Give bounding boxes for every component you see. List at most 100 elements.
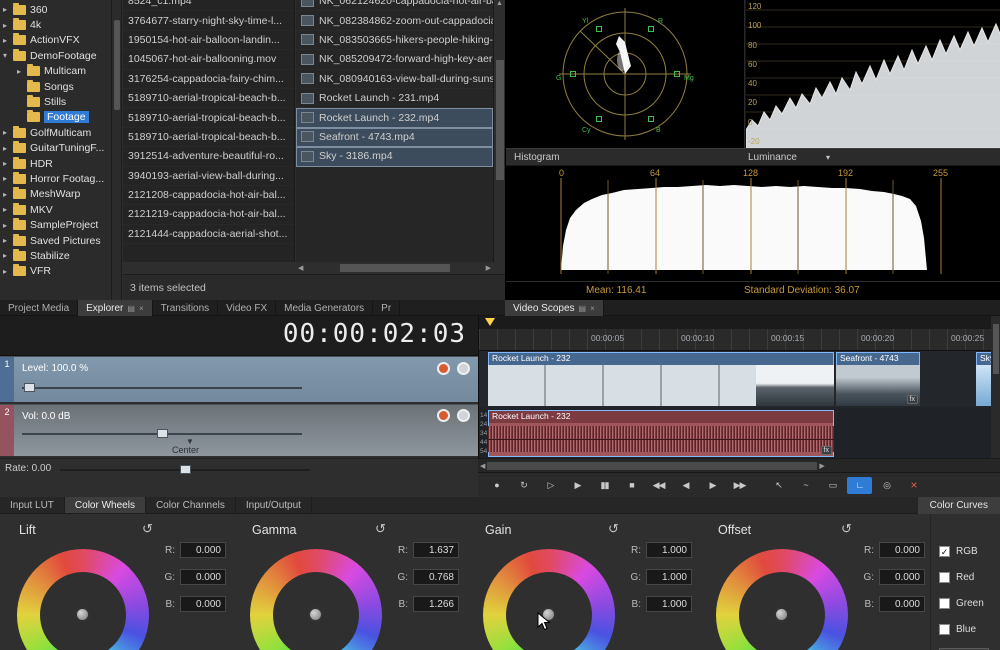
chevron-icon[interactable]: ▸: [3, 144, 13, 153]
chevron-icon[interactable]: ▸: [3, 190, 13, 199]
red-value-field[interactable]: 1.000: [646, 542, 692, 558]
folder-item[interactable]: ▸ GuitarTuningF...: [0, 141, 111, 156]
color-wheel[interactable]: [17, 549, 149, 650]
transport-button[interactable]: ●: [484, 477, 509, 494]
red-value-field[interactable]: 0.000: [879, 542, 925, 558]
color-wheel-knob[interactable]: [75, 607, 90, 622]
transport-button[interactable]: ◀◀: [646, 477, 671, 494]
file-item[interactable]: 2121208-cappadocia-hot-air-bal...: [123, 186, 294, 205]
close-icon[interactable]: ×: [590, 304, 595, 313]
video-clip-rocket-launch[interactable]: Rocket Launch - 232: [488, 352, 834, 406]
dock-tab[interactable]: Project Media ▤ ×: [0, 300, 78, 316]
audio-track-header[interactable]: 2 Vol: 0.0 dB ▼ Center: [0, 404, 478, 456]
reset-wheel-icon[interactable]: ↺: [841, 521, 852, 537]
color-wheel[interactable]: [716, 549, 848, 650]
fx-badge[interactable]: fx: [821, 446, 832, 455]
chevron-icon[interactable]: ▸: [3, 5, 13, 14]
transport-button[interactable]: ×: [901, 477, 926, 494]
folder-item[interactable]: ▸ 4k: [0, 17, 111, 32]
folder-item[interactable]: Footage: [0, 110, 111, 125]
folder-item[interactable]: Stills: [0, 94, 111, 109]
green-value-field[interactable]: 1.000: [646, 569, 692, 585]
scrollbar-thumb[interactable]: [496, 60, 504, 180]
color-wheel-knob[interactable]: [308, 607, 323, 622]
folder-item[interactable]: ▸ MKV: [0, 202, 111, 217]
file-item[interactable]: 3176254-cappadocia-fairy-chim...: [123, 70, 294, 89]
transport-button[interactable]: ◀: [673, 477, 698, 494]
folder-item[interactable]: ▸ MeshWarp: [0, 187, 111, 202]
reset-wheel-icon[interactable]: ↺: [375, 521, 386, 537]
file-item[interactable]: 2121219-cappadocia-hot-air-bal...: [123, 205, 294, 224]
scrollbar-thumb[interactable]: [340, 264, 450, 272]
color-panel-tab[interactable]: Input/Output: [236, 497, 312, 513]
folder-item[interactable]: ▸ Multicam: [0, 64, 111, 79]
rate-slider-handle[interactable]: [180, 465, 191, 474]
scroll-right-icon[interactable]: ▶: [819, 462, 824, 470]
audio-clip-rocket-launch[interactable]: Rocket Launch - 232 fx: [488, 410, 834, 457]
scroll-left-icon[interactable]: ◀: [298, 264, 303, 272]
playhead-marker[interactable]: [485, 318, 495, 326]
level-slider[interactable]: [22, 387, 302, 389]
transport-button[interactable]: ▶: [700, 477, 725, 494]
dock-tab[interactable]: Transitions ▤ ×: [153, 300, 219, 316]
file-item[interactable]: 3912514-adventure-beautiful-ro...: [123, 147, 294, 166]
file-item[interactable]: 5189710-aerial-tropical-beach-b...: [123, 89, 294, 108]
blue-value-field[interactable]: 1.000: [646, 596, 692, 612]
transport-button[interactable]: ◎: [874, 477, 899, 494]
fx-badge[interactable]: fx: [907, 395, 918, 404]
chevron-icon[interactable]: ▸: [3, 36, 13, 45]
tree-scrollbar-thumb[interactable]: [114, 20, 120, 110]
channel-checkbox-row[interactable]: ✓ RGB: [939, 538, 1000, 564]
file-item[interactable]: Rocket Launch - 231.mp4: [296, 89, 493, 108]
channel-checkbox-row[interactable]: ✓ Red: [939, 564, 1000, 590]
folder-item[interactable]: ▸ GolfMulticam: [0, 125, 111, 140]
record-arm-button[interactable]: [437, 362, 450, 375]
chevron-icon[interactable]: ▾: [3, 51, 13, 60]
chevron-icon[interactable]: ▸: [3, 221, 13, 230]
timeline-vertical-scrollbar[interactable]: [991, 316, 1000, 458]
file-list-vertical-scrollbar[interactable]: ▲: [493, 0, 505, 262]
chevron-icon[interactable]: ▸: [3, 128, 13, 137]
file-item[interactable]: 1950154-hot-air-balloon-landin...: [123, 31, 294, 50]
transport-button[interactable]: ▶▶: [727, 477, 752, 494]
transport-button[interactable]: ∟: [847, 477, 872, 494]
volume-slider-handle[interactable]: [157, 429, 168, 438]
scroll-left-icon[interactable]: ◀: [480, 462, 485, 470]
color-panel-tab[interactable]: Color Channels: [146, 497, 236, 513]
tree-scrollbar[interactable]: [112, 0, 122, 300]
file-item[interactable]: 3940193-aerial-view-ball-during...: [123, 167, 294, 186]
track-fx-button[interactable]: [457, 362, 470, 375]
track-fx-button[interactable]: [457, 409, 470, 422]
transport-button[interactable]: ↖: [766, 477, 791, 494]
folder-item[interactable]: ▸ VFR: [0, 264, 111, 279]
file-item[interactable]: 5189710-aerial-tropical-beach-b...: [123, 128, 294, 147]
file-item[interactable]: 8524_c1.mp4: [123, 0, 294, 11]
chevron-icon[interactable]: ▸: [3, 251, 13, 260]
red-value-field[interactable]: 0.000: [180, 542, 226, 558]
transport-button[interactable]: ↻: [511, 477, 536, 494]
green-value-field[interactable]: 0.000: [180, 569, 226, 585]
red-value-field[interactable]: 1.637: [413, 542, 459, 558]
file-item[interactable]: 5189710-aerial-tropical-beach-b...: [123, 108, 294, 127]
chevron-icon[interactable]: ▸: [3, 267, 13, 276]
file-item[interactable]: NK_083503665-hikers-people-hiking-h...: [296, 31, 493, 50]
transport-button[interactable]: ▮▮: [592, 477, 617, 494]
dock-tab[interactable]: Explorer ▤ ×: [78, 300, 152, 316]
chevron-icon[interactable]: ▸: [17, 67, 27, 76]
rate-slider[interactable]: [60, 469, 310, 471]
timeline-horizontal-scrollbar[interactable]: ◀ ▶: [478, 458, 1000, 472]
transport-button[interactable]: ~: [793, 477, 818, 494]
folder-item[interactable]: ▸ HDR: [0, 156, 111, 171]
chevron-icon[interactable]: ▸: [3, 205, 13, 214]
blue-value-field[interactable]: 0.000: [879, 596, 925, 612]
folder-item[interactable]: ▸ SampleProject: [0, 217, 111, 232]
chevron-icon[interactable]: ▸: [3, 21, 13, 30]
file-item[interactable]: Sky - 3186.mp4: [296, 147, 493, 166]
scrollbar-thumb[interactable]: [993, 324, 999, 374]
folder-item[interactable]: ▾ DemoFootage: [0, 48, 111, 63]
blue-value-field[interactable]: 1.266: [413, 596, 459, 612]
transport-button[interactable]: ■: [619, 477, 644, 494]
checkbox[interactable]: ✓: [939, 546, 950, 557]
channel-checkbox-row[interactable]: ✓ Green: [939, 590, 1000, 616]
scrollbar-thumb[interactable]: [487, 462, 817, 470]
